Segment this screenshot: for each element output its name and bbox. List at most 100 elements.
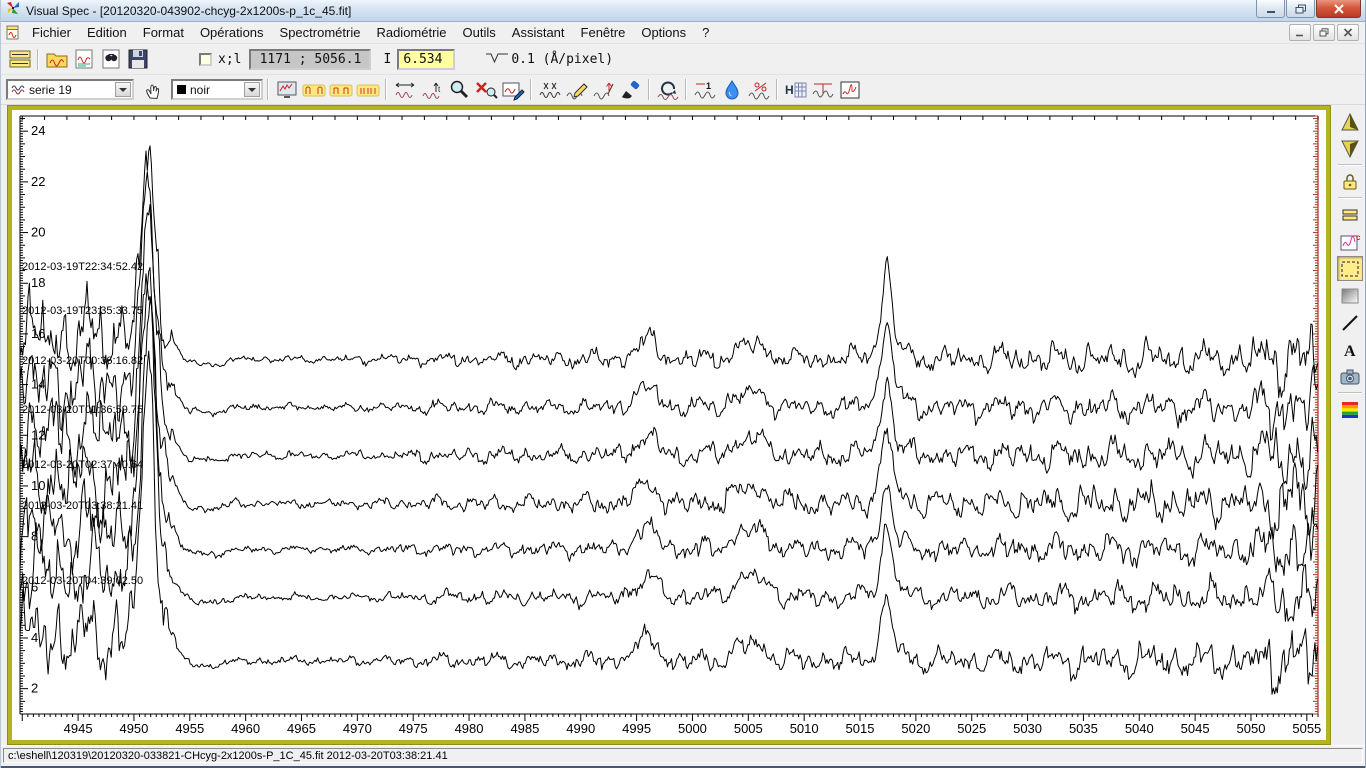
svg-text:H: H	[785, 83, 794, 97]
menu-fichier[interactable]: Fichier	[24, 23, 79, 42]
shift-y-button[interactable]: t	[418, 77, 445, 102]
toolbar-separator	[530, 79, 532, 100]
mdi-minimize-button[interactable]	[1289, 24, 1311, 41]
mdi-restore-button[interactable]	[1313, 24, 1335, 41]
svg-text:5020: 5020	[901, 721, 930, 736]
series-selector[interactable]: serie 19	[6, 79, 134, 100]
app-window: Visual Spec - [20120320-043902-chcyg-2x1…	[0, 0, 1366, 768]
arrow-up-button[interactable]	[1337, 109, 1363, 134]
document-icon[interactable]	[5, 25, 20, 40]
bin-all-button[interactable]	[354, 77, 381, 102]
bin-ends-button[interactable]	[300, 77, 327, 102]
toolbar-separator	[385, 79, 387, 100]
arrow-down-button[interactable]	[1337, 136, 1363, 161]
svg-text:4995: 4995	[622, 721, 651, 736]
save-button[interactable]	[124, 47, 151, 72]
hand-pick-button[interactable]	[140, 77, 167, 102]
open-report-button[interactable]	[70, 47, 97, 72]
spectrum-plot[interactable]: 2468101214161820222449454950495549604965…	[12, 110, 1326, 740]
preview-window-button[interactable]	[836, 77, 863, 102]
plot-frame: 2468101214161820222449454950495549604965…	[7, 105, 1331, 745]
toolbar-separator	[267, 79, 269, 100]
menu-fentre[interactable]: Fenêtre	[573, 23, 634, 42]
palette-button[interactable]	[1337, 397, 1363, 422]
svg-text:4985: 4985	[510, 721, 539, 736]
menu-outils[interactable]: Outils	[455, 23, 504, 42]
series-dropdown-button[interactable]	[115, 82, 131, 97]
normalize-button[interactable]: 1	[691, 77, 718, 102]
clean-spectrum-button[interactable]	[536, 77, 563, 102]
mdi-window-controls	[1289, 24, 1365, 41]
lock-button[interactable]	[1337, 169, 1363, 194]
menu-?[interactable]: ?	[694, 23, 717, 42]
svg-text:4960: 4960	[231, 721, 260, 736]
restore-button[interactable]	[1286, 0, 1315, 18]
unzoom-button[interactable]	[472, 77, 499, 102]
title-bar[interactable]: Visual Spec - [20120320-043902-chcyg-2x1…	[1, 0, 1365, 22]
edit-image-button[interactable]	[499, 77, 526, 102]
text-tool-button[interactable]: A	[1337, 337, 1363, 362]
series-timestamp: 2012-03-20T03:38:21.41	[22, 500, 143, 512]
close-button[interactable]	[1316, 0, 1361, 18]
replot-button[interactable]	[273, 77, 300, 102]
zoom-button[interactable]	[445, 77, 472, 102]
svg-text:24: 24	[31, 123, 45, 138]
undo-curve-button[interactable]	[654, 77, 681, 102]
menu-spectromtrie[interactable]: Spectrométrie	[272, 23, 369, 42]
menu: FichierEditionFormatOpérationsSpectromét…	[24, 23, 717, 42]
dispersion-value: 0.1 (Å/pixel)	[511, 52, 613, 67]
erase-button[interactable]	[617, 77, 644, 102]
svg-text:5040: 5040	[1125, 721, 1154, 736]
draw-line-button[interactable]	[563, 77, 590, 102]
series-timestamp: 2012-03-19T23:35:33.75	[22, 305, 143, 317]
search-doc-button[interactable]	[97, 47, 124, 72]
chart-copy-button[interactable]: c	[1337, 229, 1363, 254]
svg-text:4965: 4965	[287, 721, 316, 736]
status-text: c:\eshell\120319\20120320-033821-CHcyg-2…	[8, 750, 448, 762]
app-icon	[5, 0, 21, 21]
svg-text:4970: 4970	[343, 721, 372, 736]
gradient-fill-button[interactable]	[1337, 283, 1363, 308]
series-timestamp: 2012-03-20T01:36:59.75	[22, 404, 143, 416]
profile-stack-button[interactable]	[6, 47, 33, 72]
coord-checkbox[interactable]	[199, 53, 212, 66]
calibration-lamp-button[interactable]	[809, 77, 836, 102]
water-drop-button[interactable]	[718, 77, 745, 102]
dashed-frame-button[interactable]	[1337, 256, 1363, 281]
svg-text:A: A	[1344, 343, 1356, 360]
color-selector[interactable]: noir	[171, 79, 263, 100]
bin-mid-button[interactable]	[327, 77, 354, 102]
camera-button[interactable]	[1337, 364, 1363, 389]
menu-radiomtrie[interactable]: Radiométrie	[368, 23, 454, 42]
coord-display[interactable]: 1171 ; 5056.1	[249, 49, 371, 70]
main-toolbar: x;l 1171 ; 5056.1 I 6.534 0.1 (Å/pixel)	[1, 44, 1365, 75]
percent-button[interactable]	[745, 77, 772, 102]
menu-bar: FichierEditionFormatOpérationsSpectromét…	[1, 22, 1365, 44]
svg-text:5015: 5015	[846, 721, 875, 736]
toolbar-separator	[1338, 197, 1362, 199]
menu-oprations[interactable]: Opérations	[192, 23, 272, 42]
element-lines-button[interactable]: H	[782, 77, 809, 102]
menu-options[interactable]: Options	[633, 23, 694, 42]
line-tool-button[interactable]	[1337, 310, 1363, 335]
svg-text:t: t	[438, 85, 441, 94]
mdi-close-button[interactable]	[1337, 24, 1359, 41]
open-profile-button[interactable]	[43, 47, 70, 72]
equals-button[interactable]	[1337, 202, 1363, 227]
svg-text:5035: 5035	[1069, 721, 1098, 736]
minimize-button[interactable]	[1256, 0, 1285, 18]
menu-edition[interactable]: Edition	[79, 23, 135, 42]
move-point-button[interactable]	[590, 77, 617, 102]
svg-text:4980: 4980	[455, 721, 484, 736]
svg-text:2: 2	[31, 681, 38, 696]
color-dropdown-button[interactable]	[244, 82, 260, 97]
toolbar-separator	[776, 79, 778, 100]
menu-format[interactable]: Format	[135, 23, 192, 42]
svg-text:12: 12	[31, 427, 45, 442]
menu-assistant[interactable]: Assistant	[504, 23, 573, 42]
shift-x-button[interactable]	[391, 77, 418, 102]
intensity-label: I	[383, 52, 391, 67]
series-timestamp: 2012-03-20T02:37:40.64	[22, 459, 143, 471]
intensity-display[interactable]: 6.534	[397, 49, 455, 70]
status-bar: c:\eshell\120319\20120320-033821-CHcyg-2…	[1, 745, 1365, 766]
